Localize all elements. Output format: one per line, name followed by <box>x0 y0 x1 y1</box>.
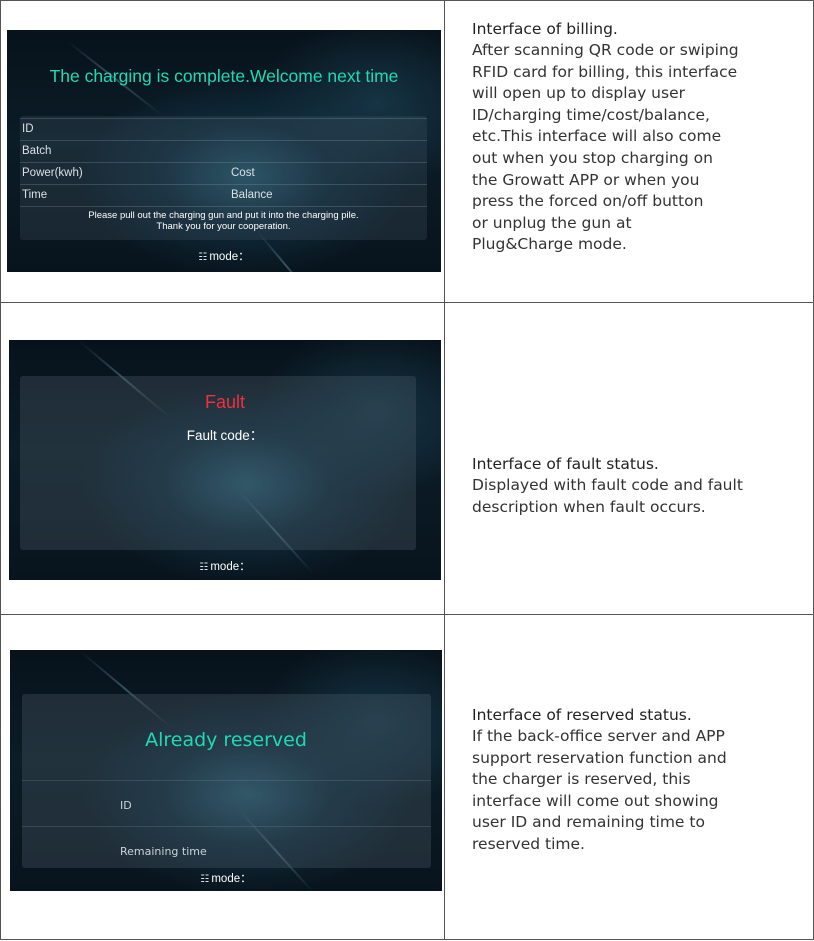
billing-body-line: After scanning QR code or swiping <box>472 41 739 59</box>
table-left-border <box>0 0 1 940</box>
billing-row-time-balance: Time Balance <box>20 184 427 207</box>
reserved-heading: Interface of reserved status. <box>472 706 692 724</box>
billing-body-line: press the forced on/off button <box>472 192 704 211</box>
settings-sliders-icon: ☷ <box>198 252 208 263</box>
table-column-divider <box>444 0 445 940</box>
fault-description: Interface of fault status. Displayed wit… <box>472 453 802 518</box>
billing-note-line1: Please pull out the charging gun and put… <box>88 210 359 221</box>
billing-heading: Interface of billing. <box>472 20 618 38</box>
billing-power-label: Power(kwh) <box>22 167 83 179</box>
billing-note-line2: Thank you for your cooperation. <box>156 221 291 232</box>
reserved-body-line: support reservation function and <box>472 748 727 767</box>
billing-row-id: ID <box>20 118 427 141</box>
billing-screen: The charging is complete.Welcome next ti… <box>7 30 441 272</box>
fault-title: Fault <box>204 392 246 412</box>
billing-row-power-cost: Power(kwh) Cost <box>20 162 427 185</box>
table-bottom-border <box>0 939 814 940</box>
table-row-divider-1 <box>0 302 814 303</box>
billing-body-line: etc.This interface will also come <box>472 127 722 146</box>
billing-balance-label: Balance <box>231 189 273 201</box>
reserved-body-line: If the back-office server and APP <box>472 727 725 745</box>
billing-body: After scanning QR code or swiping RFID c… <box>472 40 802 256</box>
billing-body-line: out when you stop charging on <box>472 148 713 167</box>
fault-code-label: Fault code： <box>186 428 264 443</box>
billing-row-batch: Batch <box>20 140 427 163</box>
reserved-row-remaining: Remaining time <box>22 826 431 873</box>
table-row-divider-2 <box>0 614 814 615</box>
fault-heading: Interface of fault status. <box>472 455 659 473</box>
billing-body-line: ID/charging time/cost/balance, <box>472 105 710 124</box>
reserved-mode-label: mode： <box>211 873 252 885</box>
reserved-id-label: ID <box>120 799 132 812</box>
table-top-border <box>0 0 814 1</box>
reserved-body-line: interface will come out showing <box>472 791 719 810</box>
reserved-description: Interface of reserved status. If the bac… <box>472 704 802 856</box>
billing-mode-label: mode： <box>209 251 250 263</box>
reserved-row-id: ID <box>22 780 431 827</box>
reserved-body-line: reserved time. <box>472 834 585 853</box>
fault-mode-label: mode： <box>210 561 251 573</box>
reserved-mode-indicator: ☷ mode： <box>10 870 442 886</box>
reserved-body-line: the charger is reserved, this <box>472 770 691 789</box>
billing-body-line: Plug&Charge mode. <box>472 235 627 254</box>
billing-batch-label: Batch <box>22 145 52 157</box>
billing-id-label: ID <box>22 123 34 135</box>
billing-mode-indicator: ☷ mode： <box>7 248 441 264</box>
fault-body-line: description when fault occurs. <box>472 497 706 516</box>
reserved-body: If the back-office server and APP suppor… <box>472 726 802 856</box>
reserved-remaining-label: Remaining time <box>120 845 207 858</box>
reserved-body-line: user ID and remaining time to <box>472 813 705 832</box>
reserved-screen: Already reserved ID Remaining time ☷ mode… <box>10 650 442 891</box>
fault-mode-indicator: ☷ mode： <box>9 558 441 574</box>
billing-description: Interface of billing. After scanning QR … <box>472 18 802 256</box>
billing-body-line: the Growatt APP or when you <box>472 170 700 189</box>
billing-body-line: RFID card for billing, this interface <box>472 62 738 81</box>
settings-sliders-icon: ☷ <box>199 562 209 573</box>
fault-screen: Fault Fault code： ☷ mode： <box>9 340 441 580</box>
fault-body: Displayed with fault code and fault desc… <box>472 475 802 518</box>
reserved-title: Already reserved <box>145 729 307 751</box>
billing-time-label: Time <box>22 189 48 201</box>
billing-body-line: or unplug the gun at <box>472 213 632 232</box>
billing-screen-title: The charging is complete.Welcome next ti… <box>49 66 399 86</box>
settings-sliders-icon: ☷ <box>200 874 210 885</box>
billing-cost-label: Cost <box>231 167 255 179</box>
fault-body-line: Displayed with fault code and fault <box>472 476 743 494</box>
billing-body-line: will open up to display user <box>472 84 685 103</box>
